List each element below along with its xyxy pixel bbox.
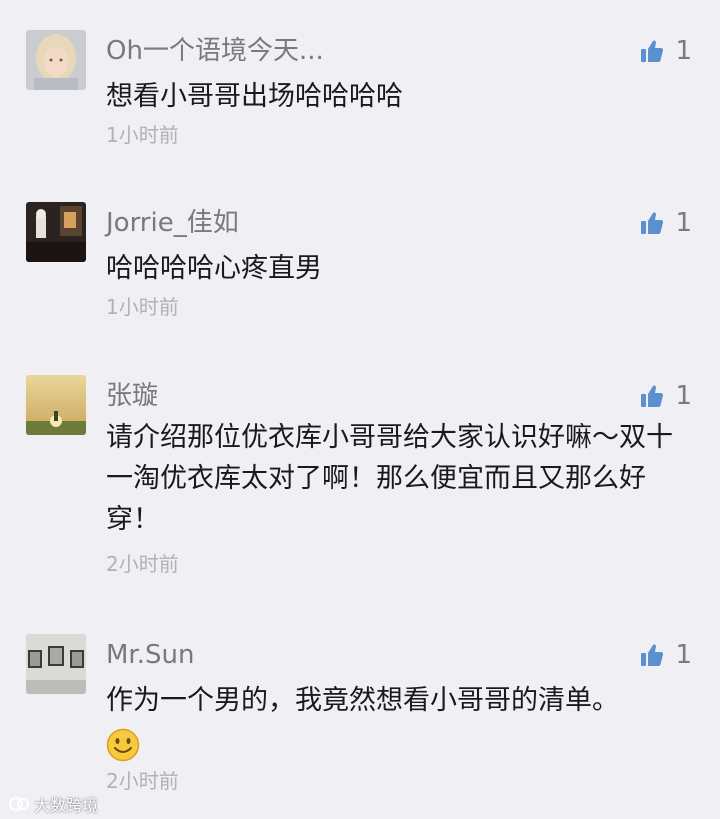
blonde-girl-avatar-icon [26, 30, 86, 90]
timestamp: 1小时前 [106, 123, 179, 147]
username[interactable]: Oh一个语境今天... [106, 34, 324, 68]
timestamp: 1小时前 [106, 295, 179, 319]
like-count: 1 [675, 640, 692, 670]
like-button[interactable]: 1 [641, 638, 692, 672]
thumbs-up-icon [641, 385, 664, 407]
like-count: 1 [675, 208, 692, 238]
dark-room-avatar-icon [26, 202, 86, 262]
avatar[interactable] [26, 375, 86, 435]
comment-text: 哈哈哈哈心疼直男 [106, 253, 322, 284]
username[interactable]: Mr.Sun [106, 638, 194, 672]
smile-emoji-icon [106, 728, 140, 762]
thumbs-up-icon [641, 644, 664, 666]
avatar[interactable] [26, 634, 86, 694]
like-button[interactable]: 1 [641, 206, 692, 240]
like-button[interactable]: 1 [641, 34, 692, 68]
thumbs-up-icon [641, 40, 664, 62]
sunset-avatar-icon [26, 375, 86, 435]
watermark: 大数跨境 [8, 792, 98, 816]
avatar[interactable] [26, 202, 86, 262]
username[interactable]: 张璇 [106, 379, 158, 413]
username[interactable]: Jorrie_佳如 [106, 206, 239, 240]
gallery-wall-avatar-icon [26, 634, 86, 694]
like-count: 1 [675, 36, 692, 66]
comment-text: 作为一个男的，我竟然想看小哥哥的清单。 [106, 685, 619, 716]
like-button[interactable]: 1 [641, 379, 692, 413]
avatar[interactable] [26, 30, 86, 90]
timestamp: 2小时前 [106, 552, 179, 576]
comment-text: 想看小哥哥出场哈哈哈哈 [106, 81, 403, 112]
comment-text: 请介绍那位优衣库小哥哥给大家认识好嘛～双十一淘优衣库太对了啊！那么便宜而且又那么… [106, 422, 673, 535]
watermark-logo-icon [9, 797, 29, 811]
watermark-text: 大数跨境 [34, 796, 99, 815]
thumbs-up-icon [641, 212, 664, 234]
like-count: 1 [675, 381, 692, 411]
timestamp: 2小时前 [106, 769, 179, 793]
